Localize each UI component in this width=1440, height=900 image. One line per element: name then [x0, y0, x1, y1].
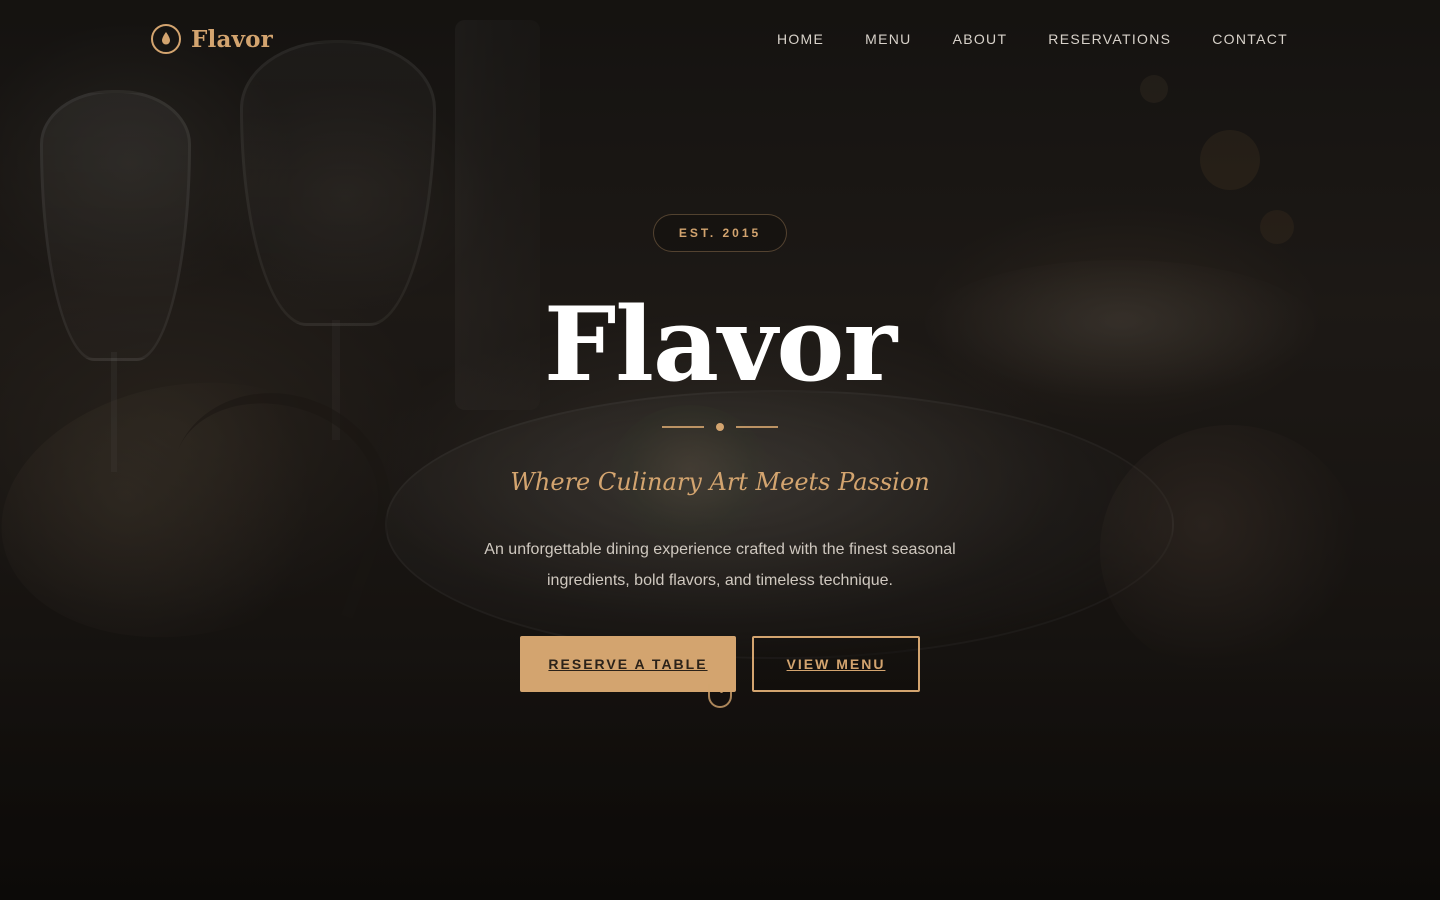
hero-content: EST. 2015 Flavor Where Culinary Art Meet…: [0, 214, 1440, 692]
brand-logo-link[interactable]: Flavor: [151, 24, 273, 54]
decorative-divider: [659, 422, 781, 432]
divider-line: [736, 426, 778, 428]
established-badge: EST. 2015: [653, 214, 787, 252]
main-navigation: HOME MENU ABOUT RESERVATIONS CONTACT: [777, 32, 1288, 46]
nav-reservations-link[interactable]: RESERVATIONS: [1048, 32, 1171, 46]
brand-name: Flavor: [191, 25, 273, 53]
scroll-indicator-icon[interactable]: [708, 684, 732, 708]
hero-section: Flavor HOME MENU ABOUT RESERVATIONS CONT…: [0, 0, 1440, 900]
reserve-table-button[interactable]: RESERVE A TABLE: [520, 636, 736, 692]
hero-title: Flavor: [543, 285, 897, 405]
hero-subtitle: Where Culinary Art Meets Passion: [510, 468, 930, 496]
nav-home-link[interactable]: HOME: [777, 32, 824, 46]
view-menu-button[interactable]: VIEW MENU: [752, 636, 920, 692]
nav-contact-link[interactable]: CONTACT: [1212, 32, 1288, 46]
nav-about-link[interactable]: ABOUT: [953, 32, 1008, 46]
drop-icon: [151, 24, 181, 54]
hero-description: An unforgettable dining experience craft…: [484, 541, 956, 589]
divider-line: [662, 426, 704, 428]
nav-menu-link[interactable]: MENU: [865, 32, 911, 46]
divider-dot: [716, 423, 724, 431]
scroll-dot: [720, 690, 723, 693]
site-header: Flavor HOME MENU ABOUT RESERVATIONS CONT…: [0, 0, 1440, 82]
